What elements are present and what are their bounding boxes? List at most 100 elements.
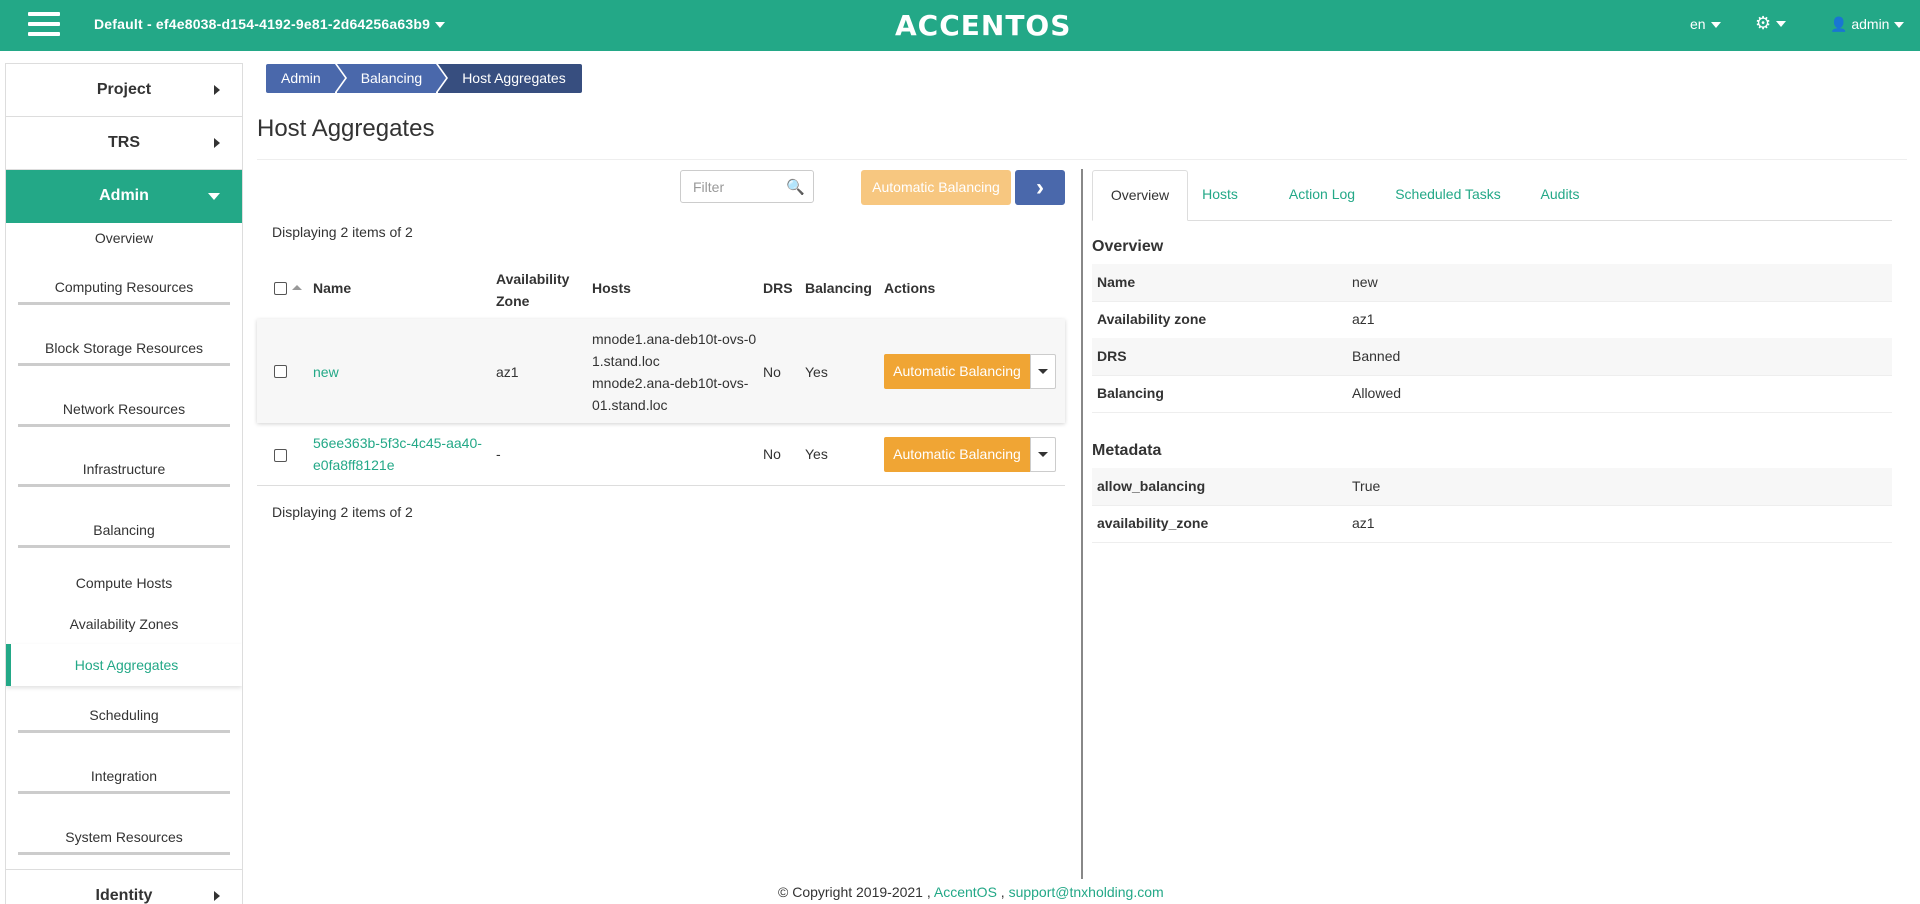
detail-tabs: Overview Hosts Action Log Scheduled Task… <box>1092 170 1892 221</box>
detail-row: Availability zone az1 <box>1092 301 1892 339</box>
row-automatic-balancing-button[interactable]: Automatic Balancing <box>884 354 1030 389</box>
column-header-balancing[interactable]: Balancing <box>805 280 872 296</box>
filter-input[interactable]: Filter 🔍 <box>680 170 814 203</box>
balancing-value: Yes <box>805 364 828 380</box>
detail-key: Availability zone <box>1097 311 1207 327</box>
sort-asc-icon[interactable] <box>292 285 302 290</box>
metadata-row: availability_zone az1 <box>1092 505 1892 543</box>
sidebar-item-host-aggregates[interactable]: Host Aggregates <box>6 644 242 686</box>
support-email-link[interactable]: support@tnxholding.com <box>1009 884 1164 900</box>
user-icon: 👤 <box>1830 16 1848 32</box>
sidebar-item-network-resources[interactable]: Network Resources <box>6 401 242 427</box>
sidebar-section-project[interactable]: Project <box>6 64 242 117</box>
project-selector[interactable]: Default - ef4e8038-d154-4192-9e81-2d6425… <box>94 16 446 32</box>
aggregate-name-link[interactable]: e0fa8ff8121e <box>313 454 395 476</box>
breadcrumb-host-aggregates: Host Aggregates <box>438 64 582 93</box>
top-bar: Default - ef4e8038-d154-4192-9e81-2d6425… <box>0 0 1920 51</box>
sidebar-item-computing-resources[interactable]: Computing Resources <box>6 279 242 305</box>
row-checkbox[interactable] <box>274 449 287 462</box>
chevron-down-icon <box>1710 22 1721 29</box>
footer: © Copyright 2019-2021 , AccentOS , suppo… <box>778 884 1164 900</box>
aggregate-name-link[interactable]: new <box>313 361 339 383</box>
accentos-link[interactable]: AccentOS <box>934 884 997 900</box>
metadata-key: availability_zone <box>1097 515 1209 531</box>
detail-key: Name <box>1097 274 1136 290</box>
availability-zone-value: az1 <box>496 364 519 380</box>
detail-row: Name new <box>1092 264 1892 302</box>
automatic-balancing-button[interactable]: Automatic Balancing <box>861 170 1011 205</box>
display-count: Displaying 2 items of 2 <box>272 504 413 520</box>
detail-value: az1 <box>1352 311 1375 327</box>
sidebar-item-integration[interactable]: Integration <box>6 768 242 794</box>
sidebar-section-trs[interactable]: TRS <box>6 117 242 170</box>
tab-hosts[interactable]: Hosts <box>1200 170 1240 219</box>
footer-separator: , <box>1000 884 1005 900</box>
column-header-hosts[interactable]: Hosts <box>592 280 631 296</box>
language-label: en <box>1690 16 1706 32</box>
hamburger-menu-icon[interactable] <box>28 12 60 39</box>
panel-divider[interactable] <box>1081 169 1083 879</box>
host-line: 1.stand.loc <box>592 353 660 369</box>
breadcrumb-balancing[interactable]: Balancing <box>336 64 448 93</box>
tab-overview[interactable]: Overview <box>1092 170 1188 221</box>
settings-menu[interactable]: ⚙ <box>1755 13 1787 34</box>
sidebar-section-label: Admin <box>99 187 149 204</box>
overview-heading: Overview <box>1092 238 1164 255</box>
sidebar-item-compute-hosts[interactable]: Compute Hosts <box>6 575 242 591</box>
row-actions-dropdown[interactable] <box>1030 354 1056 389</box>
sidebar-item-scheduling[interactable]: Scheduling <box>6 707 242 733</box>
sidebar-item-balancing[interactable]: Balancing <box>6 522 242 548</box>
sidebar: Project TRS Admin Overview Computing Res… <box>5 63 243 904</box>
chevron-down-icon <box>1038 452 1048 457</box>
breadcrumb: Admin Balancing Host Aggregates <box>266 64 584 93</box>
balancing-value: Yes <box>805 446 828 462</box>
select-all-checkbox[interactable] <box>274 282 287 295</box>
metadata-key: allow_balancing <box>1097 478 1206 494</box>
project-selector-label: Default - ef4e8038-d154-4192-9e81-2d6425… <box>94 16 431 32</box>
sidebar-section-label: TRS <box>108 134 140 151</box>
chevron-down-icon <box>1038 369 1048 374</box>
tab-audits[interactable]: Audits <box>1530 170 1590 219</box>
sidebar-section-identity[interactable]: Identity <box>6 869 242 904</box>
column-header-availability-zone[interactable]: Availability Zone <box>496 268 576 312</box>
sidebar-item-system-resources[interactable]: System Resources <box>6 829 242 855</box>
page-title: Host Aggregates <box>257 115 435 142</box>
column-header-name[interactable]: Name <box>313 280 351 296</box>
search-icon[interactable]: 🔍 <box>786 178 805 196</box>
metadata-value: az1 <box>1352 515 1375 531</box>
sidebar-section-label: Project <box>96 81 152 98</box>
detail-value: Allowed <box>1352 385 1402 401</box>
host-line: mnode1.ana-deb10t-ovs-0 <box>592 331 757 347</box>
chevron-down-icon <box>208 193 220 200</box>
detail-row: Balancing Allowed <box>1092 375 1892 413</box>
sidebar-section-admin[interactable]: Admin <box>6 170 242 223</box>
column-header-actions: Actions <box>884 280 936 296</box>
display-count: Displaying 2 items of 2 <box>272 224 413 240</box>
sidebar-item-overview[interactable]: Overview <box>6 230 242 246</box>
next-button[interactable]: › <box>1015 170 1065 205</box>
chevron-right-icon: › <box>1036 174 1044 201</box>
metadata-row: allow_balancing True <box>1092 468 1892 506</box>
row-actions-dropdown[interactable] <box>1030 437 1056 472</box>
user-menu[interactable]: 👤 admin <box>1830 16 1905 33</box>
detail-key: DRS <box>1097 348 1127 364</box>
drs-value: No <box>763 364 781 380</box>
column-header-drs[interactable]: DRS <box>763 280 793 296</box>
detail-row: DRS Banned <box>1092 338 1892 376</box>
breadcrumb-admin[interactable]: Admin <box>266 64 347 93</box>
tab-scheduled-tasks[interactable]: Scheduled Tasks <box>1392 170 1504 219</box>
host-line: 01.stand.loc <box>592 397 668 413</box>
tab-action-log[interactable]: Action Log <box>1282 170 1362 219</box>
host-line: mnode2.ana-deb10t-ovs- <box>592 375 749 391</box>
row-checkbox[interactable] <box>274 365 287 378</box>
row-automatic-balancing-button[interactable]: Automatic Balancing <box>884 437 1030 472</box>
sidebar-item-availability-zones[interactable]: Availability Zones <box>6 616 242 632</box>
language-selector[interactable]: en <box>1690 16 1721 32</box>
gear-icon: ⚙ <box>1755 13 1772 33</box>
aggregate-name-link[interactable]: 56ee363b-5f3c-4c45-aa40- <box>313 432 482 454</box>
chevron-down-icon <box>435 22 446 29</box>
sidebar-item-infrastructure[interactable]: Infrastructure <box>6 461 242 487</box>
sidebar-item-block-storage-resources[interactable]: Block Storage Resources <box>6 340 242 366</box>
metadata-heading: Metadata <box>1092 442 1162 459</box>
chevron-down-icon <box>1894 22 1905 29</box>
